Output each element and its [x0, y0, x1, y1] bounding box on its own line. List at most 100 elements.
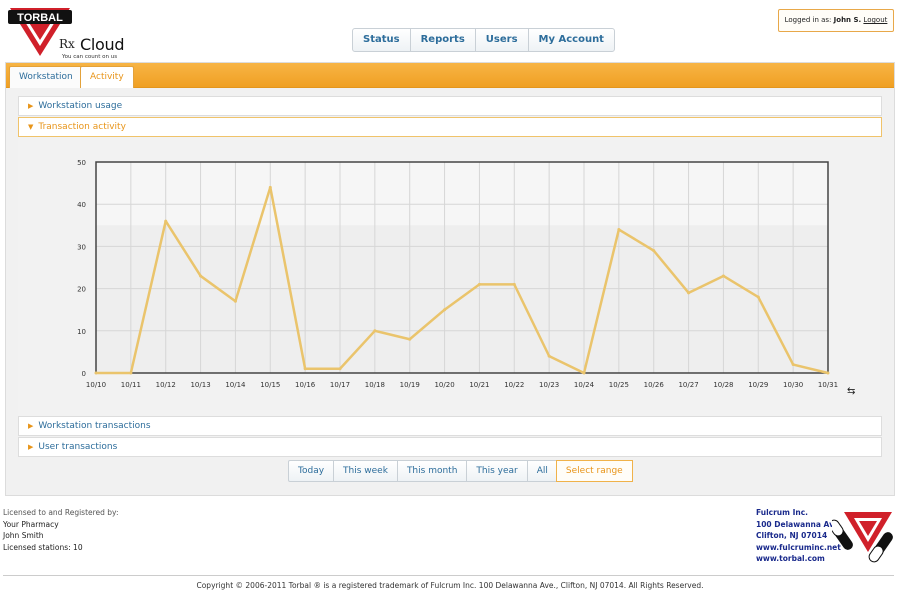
main-nav: Status Reports Users My Account: [352, 28, 615, 52]
x-tick-label: 10/29: [748, 381, 768, 389]
x-tick-label: 10/22: [504, 381, 524, 389]
fulcrum-logo-icon: [832, 512, 893, 563]
license-info: Licensed to and Registered by: Your Phar…: [3, 507, 118, 553]
tab-bar: Workstation Activity: [6, 63, 894, 88]
nav-users[interactable]: Users: [474, 29, 528, 51]
section-workstation-transactions[interactable]: ▶ Workstation transactions: [18, 416, 882, 436]
y-tick-label: 40: [77, 201, 86, 209]
x-tick-label: 10/16: [295, 381, 316, 389]
collapsed-arrow-icon: ▶: [28, 443, 34, 451]
login-prefix: Logged in as:: [784, 16, 832, 24]
nav-status[interactable]: Status: [353, 29, 410, 51]
x-tick-label: 10/11: [121, 381, 141, 389]
tab-activity[interactable]: Activity: [80, 66, 134, 88]
logged-user: John S.: [833, 16, 862, 24]
range-today[interactable]: Today: [289, 461, 333, 481]
company-name: Fulcrum Inc.: [756, 508, 808, 517]
expanded-arrow-icon: ▼: [28, 123, 34, 131]
data-point: [687, 291, 691, 295]
y-tick-label: 50: [77, 159, 86, 167]
x-tick-label: 10/24: [574, 381, 595, 389]
range-this-month[interactable]: This month: [396, 461, 466, 481]
tab-workstation[interactable]: Workstation: [9, 66, 83, 88]
login-status: Logged in as: John S. Logout: [778, 9, 894, 32]
data-point: [233, 299, 237, 303]
section-user-transactions[interactable]: ▶ User transactions: [18, 437, 882, 457]
plot-area-highlight: [96, 162, 828, 226]
data-point: [94, 371, 98, 375]
torbal-rx-cloud-logo: TORBAL Rx Cloud You can count on us: [6, 4, 136, 60]
company-site-torbal[interactable]: www.torbal.com: [756, 553, 842, 565]
y-tick-label: 0: [82, 370, 86, 378]
x-tick-label: 10/21: [469, 381, 489, 389]
data-point: [791, 363, 795, 367]
range-all[interactable]: All: [526, 461, 557, 481]
x-tick-label: 10/13: [190, 381, 210, 389]
data-point: [582, 371, 586, 375]
data-point: [547, 354, 551, 358]
product-name: Cloud: [80, 35, 125, 54]
x-tick-label: 10/30: [783, 381, 803, 389]
date-range-selector: Today This week This month This year All…: [288, 460, 633, 482]
section-label: User transactions: [38, 442, 118, 452]
section-transaction-activity[interactable]: ▼ Transaction activity: [18, 117, 882, 137]
logout-link[interactable]: Logout: [863, 16, 887, 24]
line-chart: 0 10 20 30 40 50 10/10 10/11 10/12 10/13 10/14 10/1…: [77, 159, 838, 389]
data-point: [373, 329, 377, 333]
section-label: Workstation usage: [38, 101, 123, 111]
x-tick-label: 10/15: [260, 381, 280, 389]
y-tick-label: 30: [77, 243, 86, 251]
x-tick-label: 10/17: [330, 381, 350, 389]
data-point: [826, 371, 830, 375]
section-workstation-usage[interactable]: ▶ Workstation usage: [18, 96, 882, 116]
x-tick-label: 10/31: [818, 381, 838, 389]
nav-my-account[interactable]: My Account: [527, 29, 614, 51]
company-street: 100 Delawanna Ave.: [756, 519, 842, 529]
license-heading: Licensed to and Registered by:: [3, 508, 119, 517]
main-panel: Workstation Activity ▶ Workstation usage …: [5, 62, 895, 496]
owner-name: John Smith: [3, 531, 44, 540]
data-point: [652, 249, 656, 253]
footer-divider: [3, 575, 894, 576]
section-label: Workstation transactions: [38, 421, 151, 431]
y-tick-label: 10: [77, 328, 86, 336]
rx-label: Rx: [59, 37, 75, 51]
data-point: [617, 228, 621, 232]
x-tick-label: 10/10: [86, 381, 106, 389]
data-point: [199, 274, 203, 278]
data-point: [408, 337, 412, 341]
x-tick-label: 10/14: [225, 381, 246, 389]
company-address: Fulcrum Inc. 100 Delawanna Ave. Clifton,…: [756, 507, 842, 565]
transaction-activity-chart: 0 10 20 30 40 50 10/10 10/11 10/12 10/13 10/14 10/1…: [18, 137, 880, 417]
company-city: Clifton, NJ 07014: [756, 531, 828, 540]
x-tick-label: 10/20: [434, 381, 454, 389]
range-this-week[interactable]: This week: [333, 461, 397, 481]
x-tick-label: 10/28: [713, 381, 733, 389]
x-tick-label: 10/26: [644, 381, 665, 389]
x-tick-label: 10/23: [539, 381, 559, 389]
licensed-stations: Licensed stations: 10: [3, 542, 83, 552]
x-tick-label: 10/18: [365, 381, 385, 389]
data-point: [338, 367, 342, 371]
x-tick-label: 10/19: [400, 381, 420, 389]
range-this-year[interactable]: This year: [466, 461, 526, 481]
data-point: [303, 367, 307, 371]
data-point: [477, 282, 481, 286]
data-point: [268, 185, 272, 189]
brand-wordmark: TORBAL: [17, 12, 63, 24]
section-label: Transaction activity: [38, 122, 126, 132]
data-point: [164, 219, 168, 223]
pharmacy-name: Your Pharmacy: [3, 519, 59, 529]
collapsed-arrow-icon: ▶: [28, 422, 34, 430]
x-tick-label: 10/27: [678, 381, 698, 389]
x-tick-label: 10/12: [156, 381, 176, 389]
y-tick-label: 20: [77, 286, 86, 294]
data-point: [443, 308, 447, 312]
company-site-fulcrum[interactable]: www.fulcruminc.net: [756, 542, 842, 554]
data-point: [721, 274, 725, 278]
range-select[interactable]: Select range: [555, 460, 633, 482]
data-point: [512, 282, 516, 286]
nav-reports[interactable]: Reports: [409, 29, 475, 51]
refresh-icon[interactable]: ⇆: [847, 386, 855, 397]
tagline: You can count on us: [62, 54, 118, 60]
